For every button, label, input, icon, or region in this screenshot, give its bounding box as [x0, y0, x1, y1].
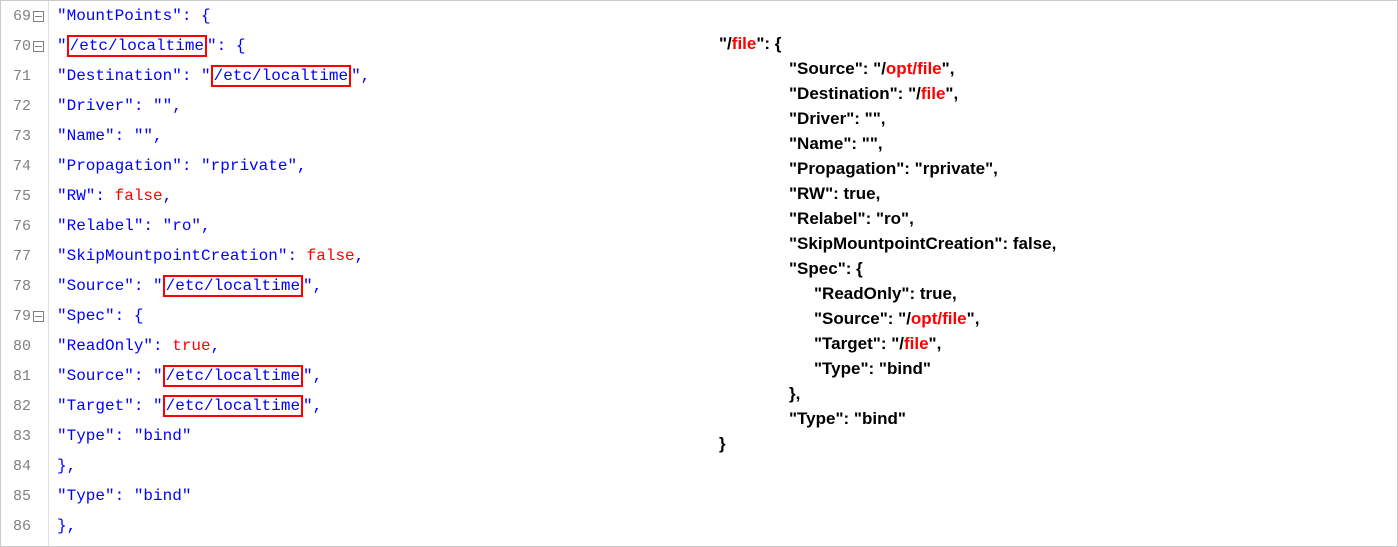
code-line: },	[57, 511, 699, 541]
code-line: "RW": false,	[57, 181, 699, 211]
text-line: "SkipMountpointCreation": false,	[719, 231, 1377, 256]
line-gutter: 69 70 71 72 73 74 75 76 77 78 79 80 81 8…	[1, 1, 49, 546]
text-line: "Name": "",	[719, 131, 1377, 156]
gutter-line: 69	[1, 1, 48, 31]
gutter-line: 74	[1, 151, 48, 181]
text-line: "Type": "bind"	[719, 406, 1377, 431]
code-line: "Driver": "",	[57, 91, 699, 121]
text-line: "Propagation": "rprivate",	[719, 156, 1377, 181]
gutter-line: 75	[1, 181, 48, 211]
text-line: "Spec": {	[719, 256, 1377, 281]
fold-icon[interactable]	[33, 41, 44, 52]
gutter-line: 78	[1, 271, 48, 301]
code-line: "Source": "/etc/localtime",	[57, 361, 699, 391]
code-line: },	[57, 451, 699, 481]
code-line: "/etc/localtime": {	[57, 31, 699, 61]
code-line: "MountPoints": {	[57, 1, 699, 31]
text-line: "ReadOnly": true,	[719, 281, 1377, 306]
highlight-box: /etc/localtime	[163, 395, 303, 417]
text-line: "Type": "bind"	[719, 356, 1377, 381]
gutter-line: 84	[1, 451, 48, 481]
highlight-box: /etc/localtime	[67, 35, 207, 57]
highlight-box: /etc/localtime	[163, 275, 303, 297]
right-text-pane: "/file": { "Source": "/opt/file", "Desti…	[699, 1, 1397, 546]
gutter-line: 86	[1, 511, 48, 541]
text-line: "RW": true,	[719, 181, 1377, 206]
code-line: "Destination": "/etc/localtime",	[57, 61, 699, 91]
gutter-line: 83	[1, 421, 48, 451]
fold-icon[interactable]	[33, 311, 44, 322]
text-line: },	[719, 381, 1377, 406]
code-line: "Type": "bind"	[57, 421, 699, 451]
text-line: "Target": "/file",	[719, 331, 1377, 356]
left-code-pane: 69 70 71 72 73 74 75 76 77 78 79 80 81 8…	[1, 1, 699, 546]
code-line: "Source": "/etc/localtime",	[57, 271, 699, 301]
highlight-box: /etc/localtime	[211, 65, 351, 87]
code-line: "Spec": {	[57, 301, 699, 331]
gutter-line: 72	[1, 91, 48, 121]
highlight-box: /etc/localtime	[163, 365, 303, 387]
text-line: "Source": "/opt/file",	[719, 56, 1377, 81]
gutter-line: 70	[1, 31, 48, 61]
code-line: "Target": "/etc/localtime",	[57, 391, 699, 421]
text-line: }	[719, 431, 1377, 456]
code-line: "ReadOnly": true,	[57, 331, 699, 361]
code-line: "Name": "",	[57, 121, 699, 151]
gutter-line: 82	[1, 391, 48, 421]
text-line: "Source": "/opt/file",	[719, 306, 1377, 331]
code-line: "Relabel": "ro",	[57, 211, 699, 241]
gutter-line: 80	[1, 331, 48, 361]
gutter-line: 81	[1, 361, 48, 391]
gutter-line: 79	[1, 301, 48, 331]
gutter-line: 85	[1, 481, 48, 511]
code-content[interactable]: "MountPoints": { "/etc/localtime": { "De…	[49, 1, 699, 546]
gutter-line: 76	[1, 211, 48, 241]
gutter-line: 73	[1, 121, 48, 151]
code-line: "Type": "bind"	[57, 481, 699, 511]
text-line: "/file": {	[719, 31, 1377, 56]
text-line: "Driver": "",	[719, 106, 1377, 131]
gutter-line: 77	[1, 241, 48, 271]
fold-icon[interactable]	[33, 11, 44, 22]
text-line: "Relabel": "ro",	[719, 206, 1377, 231]
gutter-line: 71	[1, 61, 48, 91]
code-line: "SkipMountpointCreation": false,	[57, 241, 699, 271]
code-line: "Propagation": "rprivate",	[57, 151, 699, 181]
text-line: "Destination": "/file",	[719, 81, 1377, 106]
